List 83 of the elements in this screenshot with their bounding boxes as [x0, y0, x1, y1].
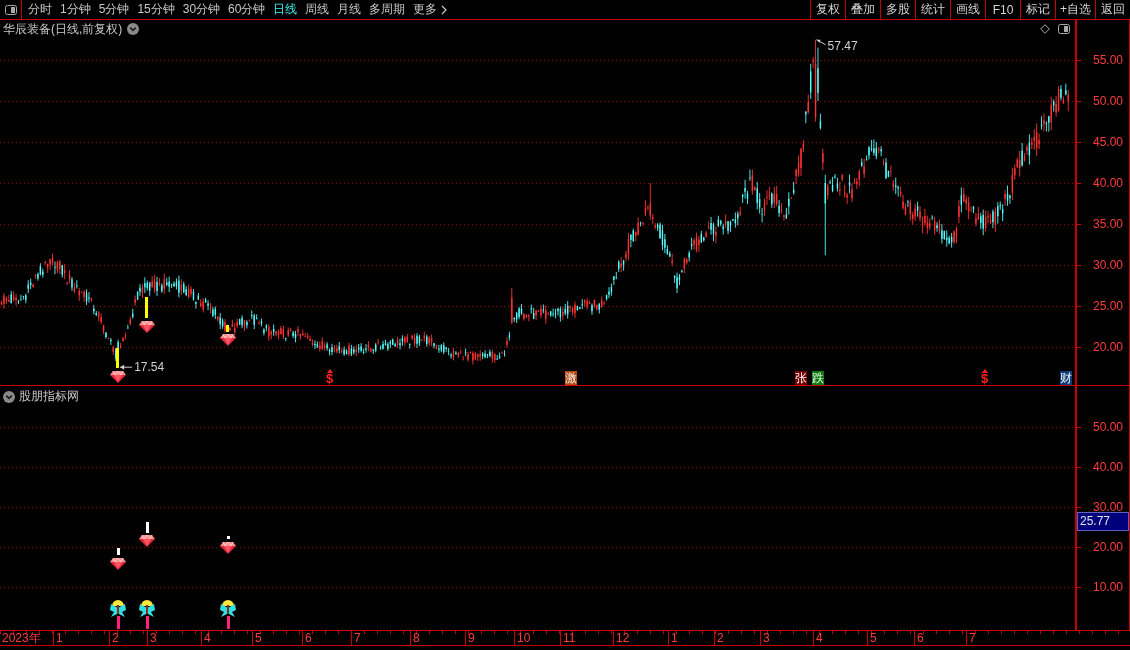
time-axis-label: 12 — [616, 631, 630, 645]
period-tab[interactable]: 5分钟 — [94, 0, 134, 19]
arrow-icon — [119, 364, 133, 370]
time-axis-label: 2023年 — [2, 631, 41, 645]
arrow-up-icon — [327, 369, 333, 373]
signal-bar — [116, 348, 119, 368]
gem-icon — [110, 370, 126, 383]
indicator-axis-label: 20.00 — [1092, 540, 1123, 554]
panel-layout-icon[interactable] — [1058, 24, 1070, 34]
time-axis-label: 11 — [563, 631, 576, 645]
signal-bar — [146, 522, 149, 533]
price-axis-label: 55.00 — [1092, 53, 1123, 67]
chevron-right-icon — [441, 4, 448, 15]
period-tab[interactable]: 1分钟 — [56, 0, 95, 19]
signal-bar — [226, 325, 229, 332]
time-axis-label: 4 — [204, 631, 211, 645]
diamond-icon[interactable] — [1040, 24, 1050, 34]
time-axis-label: 4 — [816, 631, 823, 645]
signal-bar — [227, 536, 230, 539]
price-axis-label: 40.00 — [1092, 176, 1123, 190]
high-price-label: 57.47 — [827, 38, 858, 53]
more-button[interactable]: 更多 — [409, 0, 452, 19]
butterfly-icon — [110, 600, 126, 617]
price-axis-label: 30.00 — [1092, 258, 1123, 272]
indicator-title: 股朋指标网 — [19, 388, 79, 405]
signal-stem — [146, 616, 149, 629]
price-axis-label: 20.00 — [1092, 340, 1123, 354]
time-axis-label: 7 — [354, 631, 361, 645]
price-axis-label: 50.00 — [1092, 94, 1123, 108]
chart-title: 华辰装备(日线,前复权) — [3, 20, 123, 38]
period-tab[interactable]: 月线 — [333, 0, 366, 19]
indicator-axis-label: 40.00 — [1092, 460, 1123, 474]
dollar-marker[interactable]: $ — [981, 373, 989, 385]
time-axis-label: 7 — [969, 631, 976, 645]
time-axis-label: 3 — [150, 631, 157, 645]
time-axis-label: 1 — [56, 631, 63, 645]
time-axis-label: 6 — [917, 631, 924, 645]
gem-icon — [139, 534, 155, 547]
price-axis-label: 35.00 — [1092, 217, 1123, 231]
signal-stem — [117, 616, 120, 629]
indicator-axis-label: 50.00 — [1092, 420, 1123, 434]
time-axis-label: 1 — [671, 631, 678, 645]
butterfly-icon — [220, 600, 236, 617]
period-tab[interactable]: 30分钟 — [178, 0, 225, 19]
low-price-label: 17.54 — [134, 360, 165, 375]
panel-layout-icon — [4, 4, 17, 15]
event-tag[interactable]: 财 — [1060, 371, 1072, 385]
current-value-label: 25.77 — [1077, 512, 1129, 531]
period-tab[interactable]: 60分钟 — [224, 0, 270, 19]
time-axis-label: 2 — [112, 631, 119, 645]
period-tab[interactable]: 分时 — [24, 0, 56, 19]
dollar-marker[interactable]: $ — [326, 373, 334, 385]
gem-icon — [110, 557, 126, 570]
signal-stem — [227, 616, 230, 629]
event-tag[interactable]: 激 — [565, 371, 577, 385]
price-axis-label: 25.00 — [1092, 299, 1123, 313]
signal-bar — [145, 297, 148, 318]
time-axis-label: 5 — [870, 631, 877, 645]
chevron-down-icon[interactable] — [3, 390, 15, 403]
time-axis-label: 5 — [255, 631, 262, 645]
butterfly-icon — [139, 600, 155, 617]
price-axis-label: 45.00 — [1092, 135, 1123, 149]
indicator-axis-label: 10.00 — [1092, 580, 1123, 594]
time-axis-label: 2 — [717, 631, 724, 645]
event-tag[interactable]: 跌 — [812, 371, 824, 385]
arrow-icon — [816, 39, 827, 46]
time-axis-label: 8 — [413, 631, 420, 645]
signal-bar — [117, 548, 120, 555]
period-tab[interactable]: 日线 — [269, 0, 302, 19]
gem-icon — [139, 320, 155, 333]
gem-icon — [220, 541, 236, 554]
time-axis-label: 6 — [305, 631, 312, 645]
gem-icon — [220, 333, 236, 346]
chevron-down-icon[interactable] — [127, 23, 140, 35]
time-axis-label: 3 — [763, 631, 770, 645]
period-tab[interactable]: 周线 — [301, 0, 334, 19]
period-tab[interactable]: 15分钟 — [133, 0, 179, 19]
indicator-axis-label: 30.00 — [1092, 500, 1123, 514]
arrow-up-icon — [982, 369, 988, 373]
time-axis-label: 9 — [468, 631, 475, 645]
time-axis-label: 10 — [517, 631, 531, 645]
event-tag[interactable]: 张 — [795, 371, 807, 385]
period-tab[interactable]: 多周期 — [365, 0, 410, 19]
